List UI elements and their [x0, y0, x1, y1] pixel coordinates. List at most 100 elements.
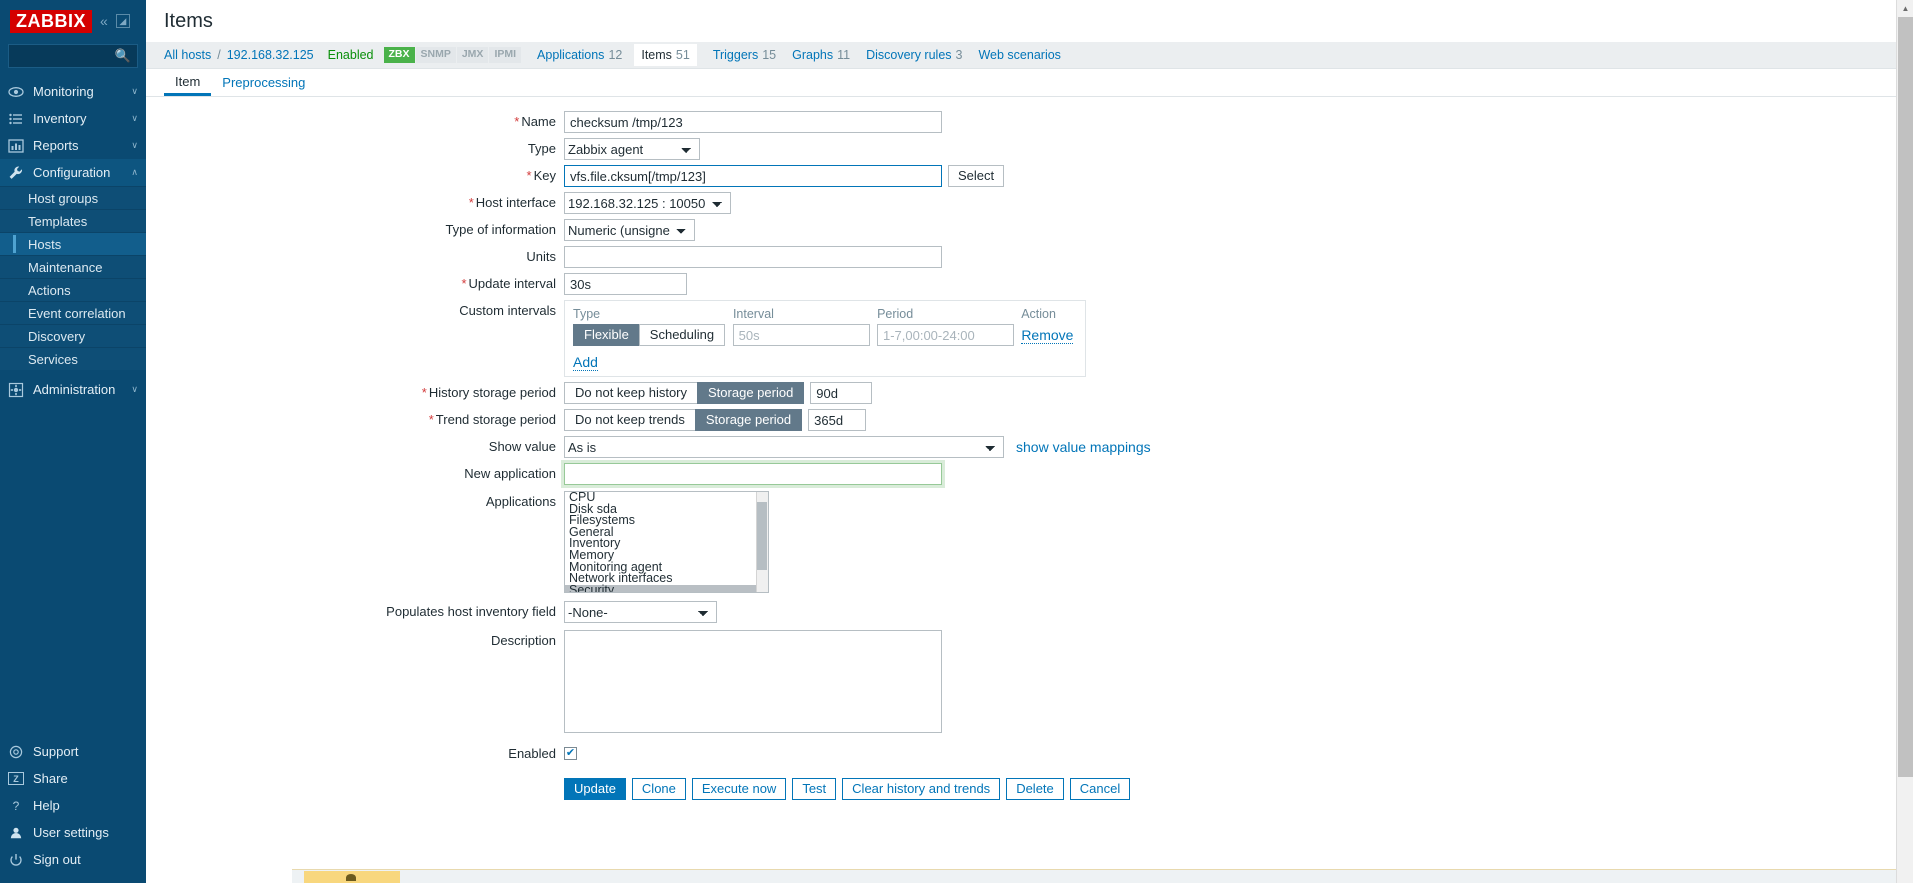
column-header-interval: Interval: [732, 307, 774, 321]
breadcrumb-tab-discovery-rules[interactable]: Discovery rules 3: [866, 48, 962, 62]
execute-now-button[interactable]: Execute now: [691, 778, 787, 800]
page-scroll-thumb[interactable]: [1898, 17, 1913, 777]
chevron-down-icon: ∨: [131, 86, 138, 96]
sidebar-item-templates[interactable]: Templates: [0, 209, 146, 232]
sidebar-item-discovery[interactable]: Discovery: [0, 324, 146, 347]
scroll-up-arrow-icon[interactable]: ▲: [1897, 0, 1913, 17]
cancel-button[interactable]: Cancel: [1069, 778, 1131, 800]
breadcrumb-tab-label: Discovery rules: [866, 48, 952, 62]
breadcrumb-tab-web-scenarios[interactable]: Web scenarios: [978, 48, 1060, 62]
key-input[interactable]: [564, 165, 942, 187]
eye-icon: [8, 84, 24, 100]
update-button[interactable]: Update: [564, 778, 626, 800]
history-do-not-keep-button[interactable]: Do not keep history: [564, 382, 699, 404]
sidebar-search[interactable]: 🔍: [8, 44, 138, 68]
test-button[interactable]: Test: [792, 778, 837, 800]
clone-button[interactable]: Clone: [631, 778, 686, 800]
tab-preprocessing[interactable]: Preprocessing: [211, 69, 316, 96]
sidebar-item-administration[interactable]: Administration ∨: [0, 376, 146, 403]
sidebar-item-help[interactable]: ? Help: [0, 792, 146, 819]
breadcrumb-tab-count: 11: [837, 48, 851, 62]
host-status-badge[interactable]: Enabled: [328, 48, 374, 62]
sidebar-item-sign-out[interactable]: Sign out: [0, 846, 146, 873]
sidebar-subitem-label: Hosts: [28, 236, 62, 252]
breadcrumb-all-hosts[interactable]: All hosts: [164, 48, 211, 62]
interval-input[interactable]: [732, 324, 870, 346]
new-application-field-wrap: [564, 463, 942, 485]
breadcrumb-host[interactable]: 192.168.32.125: [227, 48, 314, 62]
sidebar-item-support[interactable]: Support: [0, 738, 146, 765]
sidebar-subitem-label: Event correlation: [28, 305, 126, 321]
tab-item[interactable]: Item: [164, 69, 212, 96]
history-storage-label-wrap: * History storage period: [146, 382, 564, 404]
sidebar-footer: Support Z Share ? Help User settings Sig…: [0, 738, 146, 883]
breadcrumb-tab-graphs[interactable]: Graphs 11: [792, 48, 850, 62]
show-value-mappings-link[interactable]: show value mappings: [1016, 436, 1151, 458]
trend-do-not-keep-button[interactable]: Do not keep trends: [564, 409, 696, 431]
form-row-history-storage-period: * History storage period Do not keep hist…: [146, 382, 1913, 404]
period-input[interactable]: [876, 324, 1015, 346]
applications-listbox[interactable]: CPU Disk sda Filesystems General Invento…: [564, 491, 769, 593]
interval-value-wrap: [732, 324, 877, 346]
sidebar-item-hosts[interactable]: Hosts: [0, 232, 146, 255]
applications-scrollbar[interactable]: [756, 492, 768, 592]
interval-type-flexible[interactable]: Flexible: [573, 324, 640, 346]
update-interval-input[interactable]: [564, 273, 687, 295]
main-content: Items All hosts / 192.168.32.125 Enabled…: [146, 0, 1913, 883]
sidebar-item-inventory[interactable]: Inventory ∨: [0, 105, 146, 132]
required-marker: *: [428, 412, 434, 427]
name-input[interactable]: [564, 111, 942, 133]
sidebar-item-monitoring[interactable]: Monitoring ∨: [0, 78, 146, 105]
history-storage-input[interactable]: [810, 382, 873, 404]
add-interval-link[interactable]: Add: [573, 354, 598, 371]
sidebar-item-event-correlation[interactable]: Event correlation: [0, 301, 146, 324]
type-select[interactable]: Zabbix agent: [564, 138, 700, 160]
row-action-wrap: Remove: [1021, 327, 1077, 344]
form-row-description: Description: [146, 630, 1913, 733]
new-application-input[interactable]: [564, 463, 942, 485]
page-scrollbar[interactable]: ▲: [1896, 0, 1913, 883]
chevron-down-icon: ∨: [131, 384, 138, 394]
search-input[interactable]: [15, 48, 131, 64]
breadcrumb-tab-applications[interactable]: Applications 12: [537, 48, 622, 62]
column-header-type: Type: [573, 307, 601, 321]
type-of-information-select[interactable]: Numeric (unsigned): [564, 219, 695, 241]
protocol-badge-jmx: JMX: [456, 47, 489, 63]
breadcrumb-tab-triggers[interactable]: Triggers 15: [713, 48, 776, 62]
show-value-select[interactable]: As is: [564, 436, 1004, 458]
sidebar-item-actions[interactable]: Actions: [0, 278, 146, 301]
interval-type-scheduling[interactable]: Scheduling: [638, 324, 726, 346]
sidebar-item-host-groups[interactable]: Host groups: [0, 186, 146, 209]
trend-storage-period-button[interactable]: Storage period: [694, 409, 803, 431]
sidebar-item-share[interactable]: Z Share: [0, 765, 146, 792]
sidebar-subitem-label: Discovery: [28, 328, 86, 344]
sidebar-item-reports[interactable]: Reports ∨: [0, 132, 146, 159]
trend-storage-input[interactable]: [808, 409, 867, 431]
application-option-security[interactable]: Security: [565, 584, 768, 592]
delete-button[interactable]: Delete: [1006, 778, 1064, 800]
host-interface-select[interactable]: 192.168.32.125 : 10050: [564, 192, 731, 214]
wrench-icon: [8, 165, 24, 181]
remove-interval-link[interactable]: Remove: [1021, 327, 1074, 344]
sidebar-item-services[interactable]: Services: [0, 347, 146, 370]
new-application-label: New application: [464, 466, 556, 481]
expand-panel-icon[interactable]: ◢: [115, 14, 130, 28]
sidebar-footer-label: Help: [33, 798, 60, 813]
history-storage-period-button[interactable]: Storage period: [697, 382, 805, 404]
name-label-wrap: * Name: [146, 111, 564, 133]
breadcrumb-tab-items[interactable]: Items 51: [634, 44, 697, 66]
form-tabs: Item Preprocessing: [146, 69, 1913, 97]
applications-option-list: CPU Disk sda Filesystems General Invento…: [565, 492, 768, 592]
sidebar-item-configuration[interactable]: Configuration ∧: [0, 159, 146, 186]
sidebar-item-user-settings[interactable]: User settings: [0, 819, 146, 846]
description-textarea[interactable]: [564, 630, 942, 733]
clear-history-button[interactable]: Clear history and trends: [842, 778, 1001, 800]
enabled-checkbox[interactable]: ✔: [564, 747, 577, 760]
populates-host-inventory-select[interactable]: -None-: [564, 601, 717, 623]
notification-chip[interactable]: [304, 871, 400, 883]
sidebar-item-maintenance[interactable]: Maintenance: [0, 255, 146, 278]
key-select-button[interactable]: Select: [948, 165, 1005, 187]
units-input[interactable]: [564, 246, 942, 268]
applications-scroll-thumb[interactable]: [757, 502, 767, 570]
chevron-double-left-icon[interactable]: «: [98, 12, 110, 30]
